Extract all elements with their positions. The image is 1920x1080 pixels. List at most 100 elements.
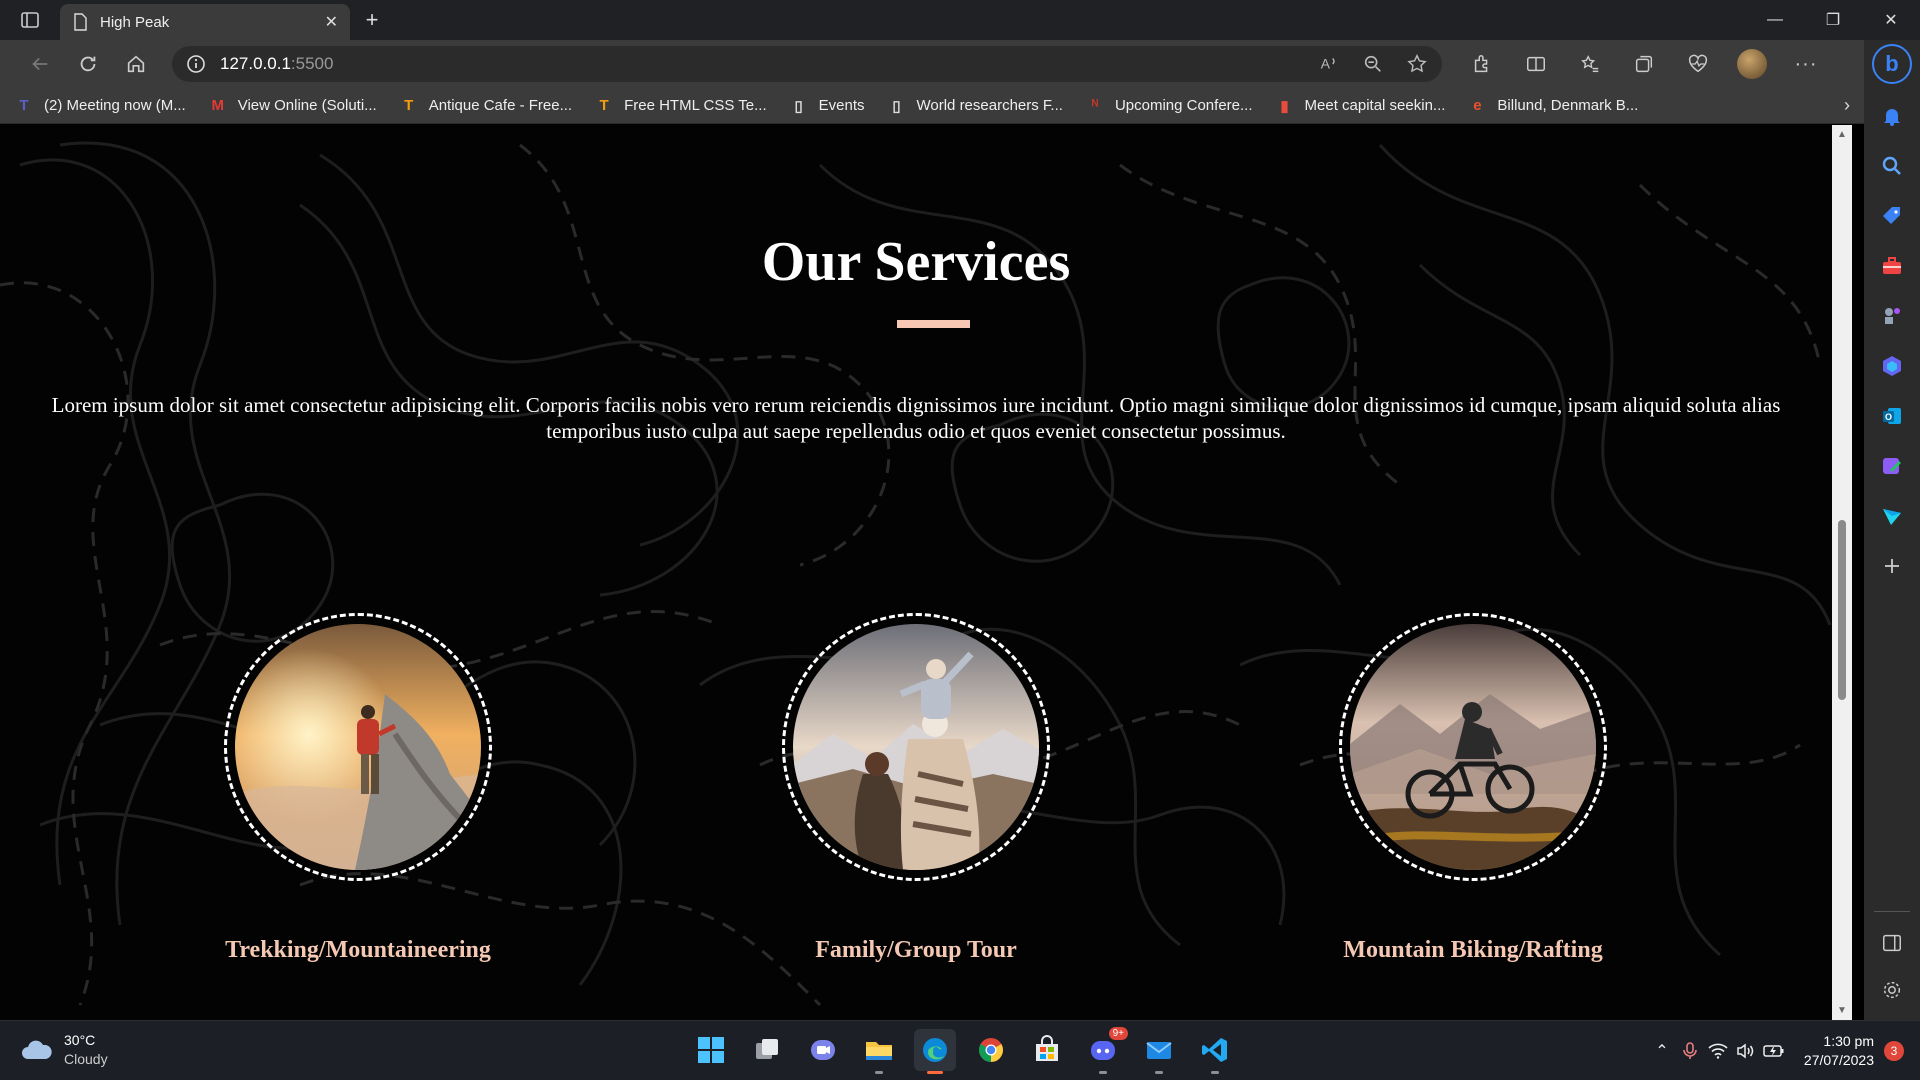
service-card-family[interactable]: Family/Group Tour (716, 613, 1116, 964)
vscode-icon (1202, 1038, 1227, 1062)
favorites-button[interactable] (1570, 44, 1610, 84)
settings-more-button[interactable]: ··· (1786, 44, 1826, 84)
hide-sidebar-icon[interactable] (1881, 932, 1903, 959)
favorite-item[interactable]: T Free HTML CSS Te... (594, 96, 767, 116)
notifications-bell-icon[interactable] (1874, 98, 1910, 134)
task-view-button[interactable] (746, 1029, 788, 1071)
vscode-button[interactable] (1194, 1029, 1236, 1074)
read-aloud-icon[interactable]: A (1318, 53, 1340, 75)
favorite-item[interactable]: ▯ Events (789, 96, 865, 116)
extensions-button[interactable] (1462, 44, 1502, 84)
collections-button[interactable] (1624, 44, 1664, 84)
service-card-trekking[interactable]: Trekking/Mountaineering (158, 613, 558, 964)
clock-time: 1:30 pm (1823, 1033, 1874, 1049)
profile-button[interactable] (1732, 44, 1772, 84)
sidebar-settings-gear-icon[interactable] (1881, 979, 1903, 1006)
taskbar-apps: 9+ (690, 1027, 1236, 1074)
service-label[interactable]: Family/Group Tour (716, 937, 1116, 964)
favorite-item[interactable]: e Billund, Denmark B... (1467, 96, 1638, 116)
weather-widget[interactable]: 30°C Cloudy (20, 1031, 108, 1069)
favorite-label: Antique Cafe - Free... (428, 97, 573, 114)
site-info-icon[interactable] (186, 54, 206, 74)
service-label[interactable]: Trekking/Mountaineering (158, 937, 558, 964)
edge-icon (923, 1038, 947, 1062)
running-indicator (1099, 1071, 1107, 1074)
games-chess-icon[interactable] (1874, 298, 1910, 334)
shopping-tag-icon[interactable] (1874, 198, 1910, 234)
search-icon[interactable] (1874, 148, 1910, 184)
edge-browser-button[interactable] (914, 1029, 956, 1074)
teams-chat-button[interactable] (802, 1029, 844, 1071)
favorites-overflow-chevron-icon[interactable]: › (1844, 95, 1850, 116)
add-sidebar-app-icon[interactable] (1874, 548, 1910, 584)
running-indicator (1211, 1071, 1219, 1074)
drop-send-icon[interactable] (1874, 498, 1910, 534)
designer-icon[interactable] (1874, 448, 1910, 484)
mail-button[interactable] (1138, 1029, 1180, 1074)
favorite-item[interactable]: M View Online (Soluti... (208, 96, 376, 116)
services-description: Lorem ipsum dolor sit amet consectetur a… (51, 393, 1781, 443)
close-window-button[interactable]: ✕ (1862, 0, 1920, 40)
favorite-item[interactable]: ▮ Meet capital seekin... (1275, 96, 1445, 116)
store-bag-icon (1036, 1035, 1058, 1061)
page-icon (74, 13, 87, 31)
new-tab-button[interactable]: + (350, 0, 394, 40)
service-image-ring (782, 613, 1050, 881)
file-explorer-button[interactable] (858, 1029, 900, 1074)
cloud-icon (22, 1040, 52, 1059)
running-indicator (1155, 1071, 1163, 1074)
refresh-button[interactable] (64, 44, 112, 84)
show-hidden-icons-chevron-icon[interactable]: ⌃ (1648, 1041, 1676, 1061)
service-label[interactable]: Mountain Biking/Rafting (1273, 937, 1673, 964)
address-bar[interactable]: 127.0.0.1:5500 A (172, 46, 1442, 82)
url-port: :5500 (290, 54, 334, 73)
favorite-star-icon[interactable] (1406, 53, 1428, 75)
wifi-icon[interactable] (1704, 1043, 1732, 1059)
split-screen-button[interactable] (1516, 44, 1556, 84)
notification-count-badge[interactable]: 3 (1884, 1041, 1904, 1061)
services-heading: Our Services (761, 231, 1071, 293)
templatemo-icon: T (599, 97, 609, 114)
restore-button[interactable]: ❐ (1804, 0, 1862, 40)
scrollbar-thumb[interactable] (1838, 520, 1846, 700)
minimize-button[interactable]: — (1746, 0, 1804, 40)
home-icon (127, 55, 145, 73)
windows-logo-icon (698, 1037, 724, 1063)
back-button[interactable] (16, 44, 64, 84)
home-button[interactable] (112, 44, 160, 84)
service-card-biking[interactable]: Mountain Biking/Rafting (1273, 613, 1673, 964)
close-tab-icon[interactable]: ✕ (325, 12, 338, 32)
capital-icon: ▮ (1280, 97, 1289, 115)
url-text: 127.0.0.1:5500 (220, 54, 333, 74)
battery-charging-icon[interactable] (1760, 1044, 1788, 1058)
favorite-item[interactable]: T Antique Cafe - Free... (399, 96, 572, 116)
microsoft-365-icon[interactable] (1874, 348, 1910, 384)
favorite-label: Upcoming Confere... (1114, 97, 1253, 114)
mail-icon (1146, 1042, 1172, 1059)
page-scrollbar[interactable]: ▲ ▼ (1832, 125, 1852, 1020)
tools-briefcase-icon[interactable] (1874, 248, 1910, 284)
microphone-icon[interactable] (1676, 1041, 1704, 1061)
favorite-item[interactable]: ▯ World researchers F... (887, 96, 1063, 116)
scroll-up-arrow-icon[interactable]: ▲ (1837, 129, 1847, 140)
tab-actions-button[interactable] (0, 0, 60, 40)
clock[interactable]: 1:30 pm 27/07/2023 (1804, 1032, 1874, 1070)
page-icon: ▯ (794, 97, 803, 115)
chrome-button[interactable] (970, 1029, 1012, 1071)
browser-essentials-button[interactable] (1678, 44, 1718, 84)
browser-tab-active[interactable]: High Peak ✕ (60, 4, 350, 40)
microsoft-store-button[interactable] (1026, 1029, 1068, 1071)
page-icon: ▯ (892, 97, 901, 115)
zoom-out-icon[interactable] (1362, 53, 1384, 75)
running-indicator (875, 1071, 883, 1074)
start-button[interactable] (690, 1029, 732, 1071)
bing-chat-icon[interactable]: b (1872, 44, 1912, 84)
outlook-icon[interactable]: O (1874, 398, 1910, 434)
scroll-down-arrow-icon[interactable]: ▼ (1837, 1005, 1847, 1016)
volume-icon[interactable] (1732, 1043, 1760, 1059)
favorite-item[interactable]: ᴺ Upcoming Confere... (1085, 96, 1253, 116)
favorite-item[interactable]: T (2) Meeting now (M... (14, 96, 185, 116)
discord-button[interactable]: 9+ (1082, 1027, 1128, 1074)
trekking-photo (235, 624, 481, 870)
favorite-label: Billund, Denmark B... (1497, 97, 1639, 114)
